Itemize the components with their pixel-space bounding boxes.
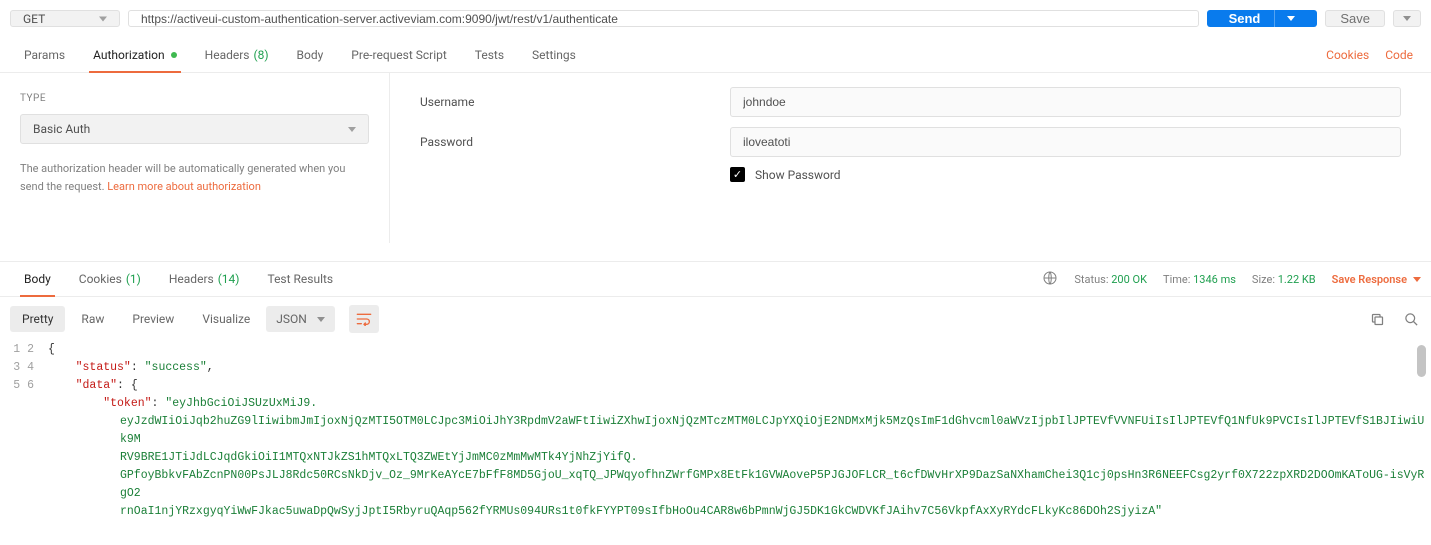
status-label: Status: 200 OK	[1074, 273, 1147, 286]
tab-headers[interactable]: Headers(8)	[191, 37, 283, 72]
auth-helper-text: The authorization header will be automat…	[20, 160, 369, 195]
resp-tab-body[interactable]: Body	[10, 262, 65, 296]
code-content[interactable]: { "status": "success", "data": { "token"…	[48, 341, 1431, 521]
tab-settings[interactable]: Settings	[518, 37, 590, 72]
auth-type-select[interactable]: Basic Auth	[20, 114, 369, 144]
resp-tab-cookies[interactable]: Cookies(1)	[65, 262, 155, 296]
code-link[interactable]: Code	[1377, 48, 1421, 62]
method-select[interactable]: GET	[10, 10, 120, 27]
send-dropdown-icon[interactable]	[1274, 10, 1295, 27]
globe-icon[interactable]	[1042, 270, 1058, 289]
send-label: Send	[1229, 11, 1261, 26]
method-value: GET	[23, 12, 45, 26]
save-label: Save	[1340, 11, 1370, 26]
show-password-label: Show Password	[755, 168, 841, 182]
search-icon[interactable]	[1401, 309, 1421, 329]
active-dot-icon	[171, 52, 177, 58]
scrollbar-thumb[interactable]	[1417, 345, 1426, 377]
show-password-checkbox[interactable]: ✓	[730, 167, 745, 182]
auth-type-panel: TYPE Basic Auth The authorization header…	[0, 73, 390, 243]
copy-icon[interactable]	[1367, 309, 1387, 329]
format-select[interactable]: JSON	[266, 306, 335, 332]
view-visualize[interactable]: Visualize	[190, 306, 262, 332]
auth-type-value: Basic Auth	[33, 122, 90, 136]
tab-body[interactable]: Body	[283, 37, 338, 72]
wrap-lines-button[interactable]	[349, 305, 379, 333]
learn-more-link[interactable]: Learn more about authorization	[107, 180, 261, 193]
save-dropdown[interactable]	[1393, 10, 1421, 27]
tab-prerequest[interactable]: Pre-request Script	[337, 37, 460, 72]
size-label: Size: 1.22 KB	[1252, 273, 1316, 286]
time-label: Time: 1346 ms	[1163, 273, 1236, 286]
save-response-button[interactable]: Save Response	[1332, 273, 1421, 286]
line-gutter: 1 2 3 4 5 6	[0, 341, 48, 521]
password-input[interactable]	[730, 127, 1401, 157]
auth-type-label: TYPE	[20, 93, 369, 104]
view-raw[interactable]: Raw	[69, 306, 116, 332]
resp-tab-test-results[interactable]: Test Results	[253, 262, 347, 296]
save-button[interactable]: Save	[1325, 10, 1385, 27]
tab-params[interactable]: Params	[10, 37, 79, 72]
tab-tests[interactable]: Tests	[461, 37, 518, 72]
username-label: Username	[420, 95, 730, 109]
username-input[interactable]	[730, 87, 1401, 117]
resp-tab-headers[interactable]: Headers(14)	[155, 262, 254, 296]
cookies-link[interactable]: Cookies	[1318, 48, 1377, 62]
response-body: 1 2 3 4 5 6 { "status": "success", "data…	[0, 341, 1431, 521]
view-preview[interactable]: Preview	[120, 306, 186, 332]
view-pretty[interactable]: Pretty	[10, 306, 65, 332]
password-label: Password	[420, 135, 730, 149]
tab-authorization[interactable]: Authorization	[79, 37, 191, 72]
send-button[interactable]: Send	[1207, 10, 1318, 27]
auth-fields-panel: Username Password ✓ Show Password	[390, 73, 1431, 243]
url-input[interactable]	[128, 10, 1199, 27]
